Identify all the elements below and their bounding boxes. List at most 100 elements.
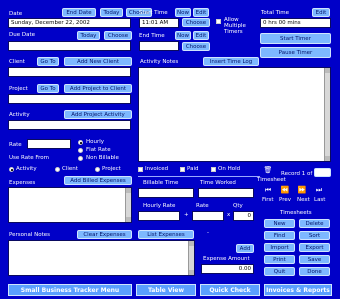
invoiced-checkbox[interactable] (138, 167, 143, 172)
quit-button[interactable]: Quit (264, 267, 295, 276)
project-goto-button[interactable]: Go To (37, 84, 59, 93)
client-field[interactable] (8, 67, 131, 77)
record-counter: Record 1 of 1 (281, 171, 318, 177)
rate-hourly-radio[interactable] (78, 140, 83, 145)
delete-button[interactable]: Delete (299, 219, 330, 228)
prev-record-icon[interactable]: ⏪ (279, 186, 291, 194)
add-activity-button[interactable]: Add Project Activity (64, 110, 132, 119)
start-time-field[interactable]: 11:01 AM (139, 18, 179, 28)
time-worked-field[interactable] (198, 188, 254, 198)
insert-time-log-button[interactable]: Insert Time Log (203, 57, 259, 66)
timesheet-label: Timesheet (257, 177, 286, 183)
clear-expenses-button[interactable]: Clear Expenses (77, 230, 132, 239)
activity-field[interactable] (8, 120, 131, 130)
rate-non-billable-radio[interactable] (78, 156, 83, 161)
billable-time-field[interactable] (138, 188, 194, 198)
personal-notes-area[interactable] (8, 240, 195, 276)
find-button[interactable]: Find (264, 231, 295, 240)
date-today-button[interactable]: Today (100, 8, 123, 17)
project-label: Project (9, 86, 28, 92)
end-time-field[interactable] (139, 41, 179, 51)
date-field[interactable]: Sunday, December 22, 2002 (8, 18, 131, 28)
start-time-edit-button[interactable]: Edit (193, 8, 209, 17)
activity-notes-area[interactable] (138, 67, 331, 162)
use-rate-client-radio[interactable] (55, 167, 60, 172)
end-time-now-button[interactable]: Now (175, 31, 191, 40)
on-hold-checkbox[interactable] (211, 167, 216, 172)
last-record-icon[interactable]: ⏭ (313, 186, 325, 194)
rate-flat-radio[interactable] (78, 148, 83, 153)
project-field[interactable] (8, 94, 131, 104)
rate-calc-field[interactable] (192, 211, 224, 221)
end-date-button[interactable]: End Date (62, 8, 96, 17)
due-date-choose-button[interactable]: Choose (104, 31, 132, 40)
export-button[interactable]: Export (299, 243, 330, 252)
rate-label: Rate (9, 142, 22, 148)
invoices-reports-button[interactable]: Invoices & Reports (264, 284, 332, 296)
client-goto-button[interactable]: Go To (37, 57, 59, 66)
print-button[interactable]: Print (264, 255, 295, 264)
on-hold-label: On Hold (218, 166, 241, 172)
end-time-edit-button[interactable]: Edit (193, 31, 209, 40)
start-time-choose-button[interactable]: Choose (182, 18, 210, 27)
add-billed-expenses-button[interactable]: Add Billed Expenses (64, 176, 132, 185)
trash-icon[interactable]: 🗑 (263, 166, 273, 174)
add-project-button[interactable]: Add Project to Client (64, 84, 132, 93)
allow-multiple-checkbox[interactable] (216, 19, 221, 24)
total-time-field[interactable]: 0 hrs 00 mins (260, 18, 331, 28)
qty-field[interactable]: 0 (233, 211, 254, 221)
pause-timer-button[interactable]: Pause Timer (260, 47, 331, 58)
start-timer-button[interactable]: Start Timer (260, 33, 331, 44)
rate-calc-label: Rate (196, 203, 209, 209)
done-button[interactable]: Done (299, 267, 330, 276)
due-date-field[interactable] (8, 41, 131, 51)
expense-amount-label: Expense Amount (203, 256, 250, 262)
plus-sign: + (184, 212, 189, 218)
end-time-choose-button[interactable]: Choose (182, 42, 210, 51)
hourly-rate-field[interactable] (138, 211, 180, 221)
qty-label: Qty (233, 203, 243, 209)
multiply-sign: x (227, 212, 231, 218)
paid-label: Paid (187, 166, 199, 172)
minus-sign: - (207, 230, 209, 236)
rate-hourly-label: Hourly (86, 139, 105, 145)
save-button[interactable]: Save (299, 255, 330, 264)
first-record-icon[interactable]: ⏮ (262, 186, 274, 194)
use-rate-project-radio[interactable] (95, 167, 100, 172)
due-date-label: Due Date (9, 32, 35, 38)
add-expense-button[interactable]: Add (236, 244, 254, 253)
start-time-now-button[interactable]: Now (175, 8, 191, 17)
small-business-tracker-menu-button[interactable]: Small Business Tracker Menu (8, 284, 132, 296)
next-record-icon[interactable]: ⏩ (296, 186, 308, 194)
expense-amount-field[interactable]: 0.00 (201, 264, 254, 274)
personal-notes-scrollbar[interactable] (188, 241, 194, 275)
list-expenses-button[interactable]: List Expenses (138, 230, 194, 239)
sort-button[interactable]: Sort (299, 231, 330, 240)
client-label: Client (9, 59, 25, 65)
total-time-edit-button[interactable]: Edit (312, 8, 330, 17)
activity-notes-scrollbar[interactable] (324, 68, 330, 161)
end-time-label: End Time (139, 33, 165, 39)
prev-record-label: Prev (279, 197, 291, 203)
quick-check-button[interactable]: Quick Check (200, 284, 260, 296)
paid-checkbox[interactable] (180, 167, 185, 172)
add-new-client-button[interactable]: Add New Client (64, 57, 132, 66)
record-field[interactable] (314, 168, 331, 177)
expenses-area[interactable] (8, 187, 132, 223)
total-time-label: Total Time (261, 10, 290, 16)
timesheets-label: Timesheets (280, 210, 312, 216)
use-rate-activity-radio[interactable] (9, 167, 14, 172)
table-view-button[interactable]: Table View (136, 284, 196, 296)
allow-multiple-label: Allow Multiple Timers (224, 17, 246, 35)
invoiced-label: Invoiced (145, 166, 169, 172)
activity-label: Activity (9, 112, 30, 118)
expenses-scrollbar[interactable] (125, 188, 131, 222)
rate-field[interactable] (27, 139, 71, 149)
calc-divider (138, 176, 260, 177)
billable-time-label: Billable Time (143, 180, 179, 186)
due-date-today-button[interactable]: Today (77, 31, 100, 40)
import-button[interactable]: Import (264, 243, 295, 252)
use-rate-activity-label: Activity (16, 166, 37, 172)
new-button[interactable]: New (264, 219, 295, 228)
first-record-label: First (262, 197, 274, 203)
